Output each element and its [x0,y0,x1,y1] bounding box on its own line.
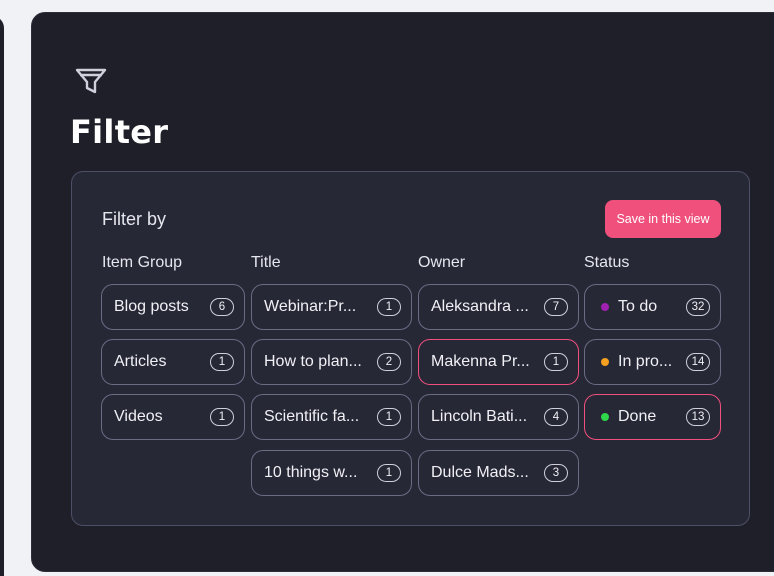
chip-count-badge: 1 [210,353,234,371]
chip-label: Aleksandra ... [431,298,529,315]
save-in-view-button[interactable]: Save in this view [605,200,721,238]
panel-title: Filter [70,113,169,151]
chip-count-badge: 4 [544,408,568,426]
filter-icon [75,68,107,94]
column-header-title: Title [251,254,281,271]
column-header-item-group: Item Group [102,254,183,271]
filter-chip-item-group[interactable]: Blog posts 6 [101,284,245,330]
filter-card: Filter by Save in this view Item Group T… [71,171,750,526]
chip-label: How to plan... [264,353,362,370]
filter-chip-owner[interactable]: Lincoln Bati... 4 [418,394,579,440]
filter-chip-title[interactable]: Scientific fa... 1 [251,394,412,440]
status-dot-icon [601,413,609,421]
filter-chip-owner[interactable]: Aleksandra ... 7 [418,284,579,330]
filter-chip-title[interactable]: Webinar:Pr... 1 [251,284,412,330]
filter-panel: Filter Filter by Save in this view Item … [31,12,774,572]
chip-count-badge: 7 [544,298,568,316]
column-header-owner: Owner [418,254,466,271]
filter-chip-owner[interactable]: Dulce Mads... 3 [418,450,579,496]
chip-label: Done [618,408,657,425]
chip-count-badge: 13 [686,408,710,426]
filter-chip-status[interactable]: To do 32 [584,284,721,330]
adjacent-panel-edge [0,16,4,576]
filter-chip-owner-selected[interactable]: Makenna Pr... 1 [418,339,579,385]
chip-label: Webinar:Pr... [264,298,357,315]
chip-count-badge: 32 [686,298,710,316]
status-dot-icon [601,303,609,311]
filter-chip-item-group[interactable]: Articles 1 [101,339,245,385]
filter-by-label: Filter by [102,209,167,229]
chip-count-badge: 1 [377,464,401,482]
filter-chip-status-selected[interactable]: Done 13 [584,394,721,440]
chip-label: Makenna Pr... [431,353,530,370]
chip-label: To do [618,298,658,315]
filter-chip-status[interactable]: In pro... 14 [584,339,721,385]
chip-label: Articles [114,353,167,370]
chip-label: Blog posts [114,298,189,315]
chip-count-badge: 14 [686,353,710,371]
filter-chip-title[interactable]: How to plan... 2 [251,339,412,385]
chip-label: 10 things w... [264,464,358,481]
chip-count-badge: 1 [210,408,234,426]
chip-label: Dulce Mads... [431,464,529,481]
filter-chip-title[interactable]: 10 things w... 1 [251,450,412,496]
chip-count-badge: 2 [377,353,401,371]
filter-chip-item-group[interactable]: Videos 1 [101,394,245,440]
chip-label: Lincoln Bati... [431,408,528,425]
chip-count-badge: 6 [210,298,234,316]
chip-label: Videos [114,408,163,425]
chip-label: In pro... [618,353,673,370]
column-header-status: Status [584,254,630,271]
chip-count-badge: 1 [377,298,401,316]
chip-count-badge: 3 [544,464,568,482]
chip-count-badge: 1 [377,408,401,426]
status-dot-icon [601,358,609,366]
chip-count-badge: 1 [544,353,568,371]
chip-label: Scientific fa... [264,408,360,425]
